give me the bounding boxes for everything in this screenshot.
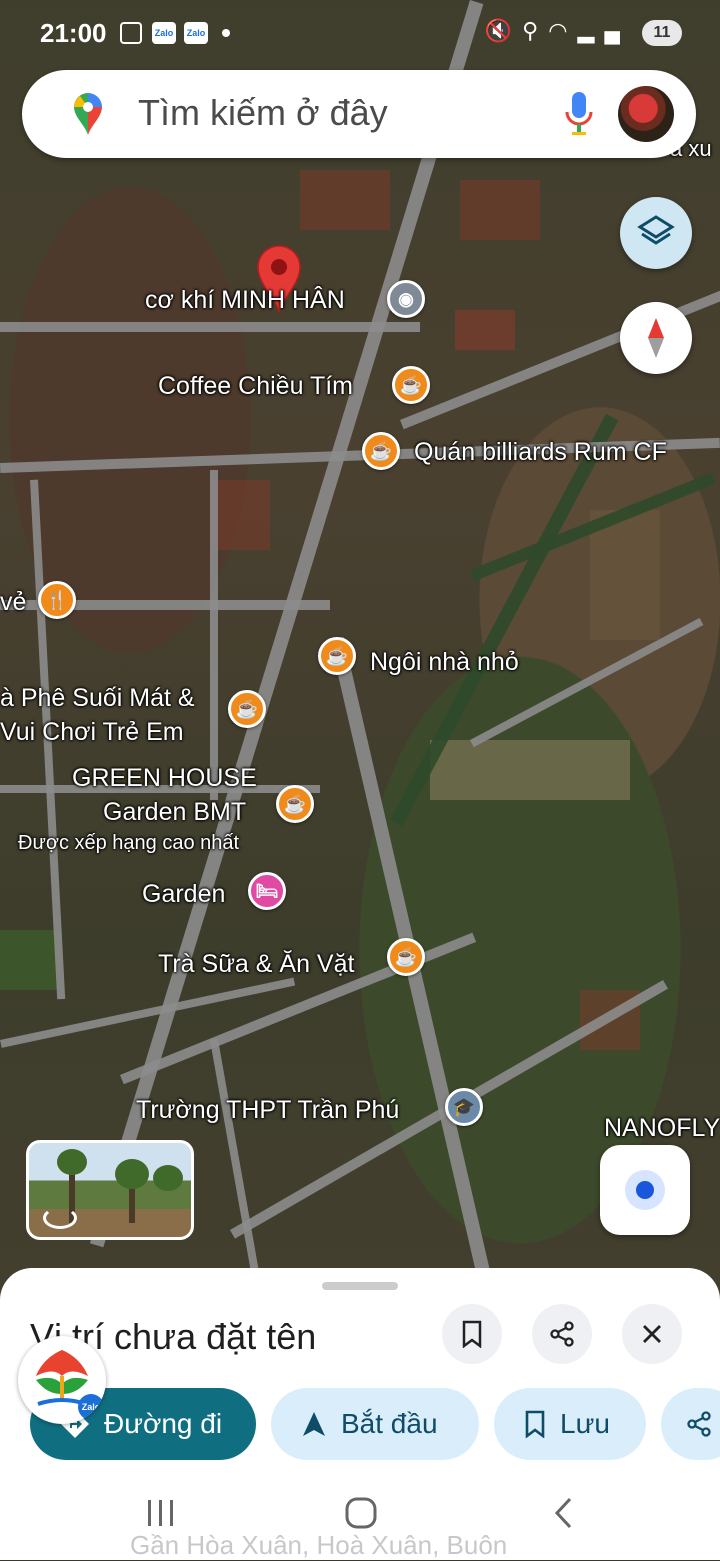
bookmark-button[interactable] [442, 1304, 502, 1364]
place-label[interactable]: Coffee Chiều Tím [158, 372, 353, 401]
place-label[interactable]: Quán billiards Rum CF [414, 438, 667, 467]
field-patch [455, 310, 515, 350]
battery-indicator: 11 [642, 20, 682, 46]
field-patch [430, 740, 630, 800]
layers-button[interactable] [620, 197, 692, 269]
share-button[interactable] [532, 1304, 592, 1364]
microphone-icon[interactable] [562, 90, 596, 138]
share-icon [550, 1321, 574, 1347]
dropped-pin-label: cơ khí MINH HÂN [145, 286, 345, 314]
save-button[interactable]: Lưu [494, 1388, 646, 1460]
bookmark-icon [462, 1320, 482, 1348]
watermark-logo: Zalo [18, 1336, 106, 1424]
google-maps-logo-icon [74, 93, 102, 135]
road [210, 1038, 260, 1277]
tree-crown [153, 1165, 183, 1191]
place-rating-note: Được xếp hạng cao nhất [18, 832, 240, 854]
transit-icon[interactable]: ◉ [387, 280, 425, 318]
road [470, 617, 704, 748]
street-view-thumbnail[interactable] [26, 1140, 194, 1240]
start-label: Bắt đầu [341, 1408, 438, 1439]
drag-handle[interactable] [322, 1282, 398, 1290]
layers-icon [637, 215, 675, 245]
share-chip[interactable] [661, 1388, 720, 1460]
road [89, 0, 484, 1248]
place-label[interactable]: Garden [142, 880, 225, 909]
zalo-notification-icon: Zalo [152, 22, 176, 44]
field-patch [460, 180, 540, 240]
hotel-icon[interactable]: 🛏 [248, 872, 286, 910]
save-label: Lưu [560, 1408, 610, 1439]
screenshot-icon [120, 22, 142, 44]
home-icon[interactable] [344, 1496, 378, 1530]
system-navigation-bar [0, 1480, 720, 1560]
signal-icon: ▂▄ [577, 18, 630, 43]
status-bar: 21:00 Zalo Zalo 🔇⚲◠▂▄ 11 [0, 0, 720, 70]
more-notifications-dot [222, 29, 230, 37]
place-label[interactable]: vẻ [0, 588, 26, 617]
navigation-arrow-icon [303, 1412, 325, 1436]
compass-icon [648, 318, 664, 358]
my-location-icon [636, 1181, 654, 1199]
start-navigation-button[interactable]: Bắt đầu [271, 1388, 479, 1460]
place-label-line2[interactable]: Vui Chơi Trẻ Em [0, 718, 184, 747]
tree-crown [57, 1149, 87, 1175]
close-icon [643, 1325, 661, 1343]
road [0, 322, 420, 332]
zalo-notification-icon: Zalo [184, 22, 208, 44]
back-icon[interactable] [552, 1496, 574, 1530]
place-label[interactable]: Trường THPT Trần Phú [136, 1096, 399, 1125]
search-placeholder[interactable]: Tìm kiếm ở đây [138, 92, 388, 134]
status-time: 21:00 [40, 18, 107, 48]
place-label[interactable]: Ngôi nhà nhỏ [370, 648, 519, 677]
place-label[interactable]: NANOFLY [604, 1114, 720, 1143]
place-label[interactable]: à Phê Suối Mát & [0, 684, 195, 713]
search-bar[interactable]: Tìm kiếm ở đây [22, 70, 696, 158]
location-icon: ⚲ [522, 18, 549, 43]
restaurant-icon[interactable]: 🍴 [38, 581, 76, 619]
share-icon [687, 1411, 711, 1437]
field-patch [0, 930, 60, 990]
system-status-icons: 🔇⚲◠▂▄ [485, 18, 630, 44]
school-icon[interactable]: 🎓 [445, 1088, 483, 1126]
zalo-badge-icon: Zalo [78, 1394, 104, 1420]
account-avatar[interactable] [618, 86, 674, 142]
place-label[interactable]: Trà Sữa & Ăn Vặt [158, 950, 354, 979]
road [210, 470, 218, 800]
tree-crown [115, 1159, 149, 1189]
cafe-icon[interactable]: ☕ [228, 690, 266, 728]
directions-label: Đường đi [104, 1408, 223, 1439]
cafe-icon[interactable]: ☕ [362, 432, 400, 470]
wifi-icon: ◠ [548, 18, 578, 43]
recent-apps-icon[interactable] [145, 1498, 177, 1528]
field-patch [210, 480, 270, 550]
rotate-360-icon [43, 1207, 77, 1229]
my-location-button[interactable] [600, 1145, 690, 1235]
place-label-line2[interactable]: Garden BMT [103, 798, 246, 827]
place-bottom-sheet[interactable]: Vị trí chưa đặt tên Đường đi Bắt đầu Lưu [0, 1268, 720, 1560]
bookmark-icon [525, 1410, 545, 1438]
field-patch [300, 170, 390, 230]
cafe-icon[interactable]: ☕ [392, 366, 430, 404]
compass-button[interactable] [620, 302, 692, 374]
cafe-icon[interactable]: ☕ [276, 785, 314, 823]
close-button[interactable] [622, 1304, 682, 1364]
mute-icon: 🔇 [484, 18, 523, 43]
cafe-icon[interactable]: ☕ [387, 938, 425, 976]
cafe-icon[interactable]: ☕ [318, 637, 356, 675]
place-label[interactable]: GREEN HOUSE [72, 764, 257, 793]
